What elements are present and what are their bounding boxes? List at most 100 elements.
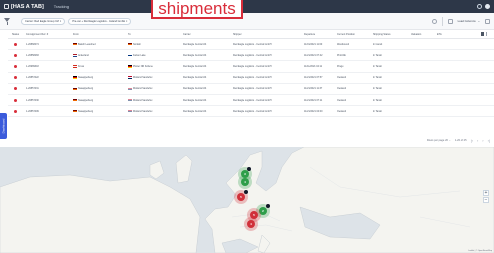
zoom-out-button[interactable]: − (483, 197, 489, 203)
to-cell: Kazan Lake (128, 54, 183, 57)
flag-icon-fi (128, 54, 132, 57)
flag-icon-nl (73, 54, 77, 57)
position-cell: Westbound (337, 42, 350, 46)
column-settings[interactable] (463, 32, 493, 36)
flag-icon-de (73, 76, 77, 79)
ref-cell[interactable]: 1-20989318 (26, 65, 73, 68)
map-cluster-marker[interactable]: 3 (241, 170, 249, 178)
from-label: Kruss (78, 64, 85, 68)
to-cell: Mottand Sandefox (128, 99, 183, 102)
column-header-shipping-status[interactable]: Shipping Status (373, 33, 411, 36)
position-cell: Pintl-NE (337, 53, 346, 57)
carrier-cell: Red Eagle Central AS (183, 109, 207, 113)
to-cell: Nordah (128, 43, 183, 46)
map-attribution[interactable]: Leaflet | © OpenStreetMap (468, 250, 492, 252)
status-indicator-icon (14, 109, 17, 113)
shipping-status-cell: In Tansit (373, 109, 382, 113)
from-label: Ankerland (78, 53, 89, 57)
shipments-map[interactable]: 3 4 5 2 5 4 Leaflet | © OpenStreetMap (0, 147, 494, 253)
map-cluster-marker[interactable]: 5 (237, 193, 245, 201)
status-indicator-icon (14, 98, 17, 102)
filter-chip-carrier[interactable]: Carrier: Red Eagle Group Int'l × (21, 17, 66, 25)
flag-icon-no (128, 76, 132, 79)
app-logo[interactable]: [HAS A TAB] (4, 4, 44, 10)
column-header-from[interactable]: From (73, 33, 128, 36)
to-cell: Mottand Sandefox (128, 110, 183, 113)
rows-per-page-select[interactable]: Rows per page 20 ⌄ (427, 139, 451, 142)
from-cell: Ankerland (73, 54, 128, 57)
from-label: Baleth Leandred (78, 42, 96, 46)
carrier-cell: Red Eagle Central AS (183, 98, 207, 102)
filter-settings-icon[interactable] (447, 18, 453, 24)
column-header-ref[interactable]: Consignment Ref. # (26, 33, 73, 36)
from-cell: Nuaappelberg (73, 76, 128, 79)
table-body: 1-20868474 Baleth Leandred Nordah Red Eagle… (8, 39, 494, 118)
user-avatar-icon[interactable] (485, 4, 490, 9)
ref-cell[interactable]: 1-20857430 (26, 99, 73, 102)
column-header-current-position[interactable]: Current Position (337, 33, 373, 36)
column-header-valuation[interactable]: Valuation (411, 33, 437, 36)
table-row[interactable]: 1-20857409 Nuaappelberg Mottand Sandefox Re… (8, 106, 494, 118)
column-header-departure[interactable]: Departure (304, 33, 337, 36)
map-cluster-marker[interactable]: 5 (250, 211, 258, 219)
to-cell: Pfetter NR Kollene (128, 65, 183, 68)
marker-count: 4 (250, 222, 252, 226)
marker-badge (266, 204, 270, 208)
marker-count: 4 (244, 180, 246, 184)
ref-cell[interactable]: 1-20857409 (26, 110, 73, 113)
columns-icon[interactable] (481, 32, 484, 36)
grid-view-icon[interactable] (485, 18, 490, 24)
column-header-shipper[interactable]: Shipper (233, 33, 304, 36)
load-columns-label: Load Columns (457, 19, 476, 23)
from-label: Nuaappelberg (78, 87, 94, 91)
column-header-carrier[interactable]: Carrier (183, 33, 233, 36)
table-row[interactable]: 1-20857430 Nuaappelberg Mottand Sandefox Re… (8, 95, 494, 107)
departure-cell: 11/21/2021 07:42 (304, 53, 323, 57)
map-cluster-marker[interactable]: 4 (241, 178, 249, 186)
status-cell (8, 53, 26, 57)
column-header-status[interactable]: Status (8, 33, 26, 36)
shipper-cell: Red Eagle Logistics - Central GmbH (233, 42, 272, 46)
to-label: Mottand Sandefox (133, 109, 153, 113)
to-cell: Mottand Sandefox (128, 76, 183, 79)
filter-chip-precarriage[interactable]: Pre-car + Red Eagle Logistics - Ireland … (68, 17, 132, 25)
table-row[interactable]: 1-20858283 Ankerland Kazan Lake Red Eagle C… (8, 50, 494, 62)
last-page-button[interactable]: ›| (488, 138, 490, 143)
column-header-to[interactable]: To (128, 33, 183, 36)
search-icon[interactable] (432, 18, 438, 24)
ref-cell[interactable]: 1-20858283 (26, 54, 73, 57)
shipping-status-cell: In transit (373, 42, 383, 46)
ref-cell[interactable]: 1-20857431 (26, 87, 73, 90)
map-cluster-marker[interactable]: 4 (247, 220, 255, 228)
status-cell (8, 64, 26, 68)
shipping-status-cell: In Tansit (373, 64, 382, 68)
tracking-app: [HAS A TAB] Tracking Carrier: Red Eagle … (0, 0, 494, 253)
marker-badge (244, 190, 248, 194)
status-cell (8, 76, 26, 80)
ref-cell[interactable]: 1-20868474 (26, 43, 73, 46)
flag-icon-no (128, 87, 132, 91)
shipping-status-cell: In Tansit (373, 53, 382, 57)
column-header-eta[interactable]: ETA (437, 33, 463, 36)
prev-page-button[interactable]: ‹ (477, 138, 478, 143)
load-columns-dropdown[interactable]: Load Columns ⌄ (458, 19, 480, 23)
flag-icon-de (73, 42, 77, 46)
help-icon[interactable] (477, 4, 482, 9)
table-row[interactable]: 1-20868474 Baleth Leandred Nordah Red Eagle… (8, 39, 494, 51)
to-label: Mottand Sandefox (133, 98, 153, 102)
dashboard-side-tab[interactable]: Dashboard (0, 113, 7, 139)
flag-icon-de (73, 109, 77, 113)
table-row[interactable]: 1-20989318 Kruss Pfetter NR Kollene Red Eag… (8, 61, 494, 73)
flag-icon-de (73, 87, 77, 91)
more-icon[interactable] (486, 32, 487, 36)
table-row[interactable]: 1-20857422 Nuaappelberg Mottand Sandefox Re… (8, 73, 494, 84)
zoom-in-button[interactable]: + (483, 190, 489, 196)
next-page-button[interactable]: › (482, 138, 483, 143)
from-cell: Baleth Leandred (73, 43, 128, 46)
filter-icon[interactable] (4, 17, 11, 25)
first-page-button[interactable]: |‹ (471, 138, 473, 143)
table-row[interactable]: 1-20857431 Nuaappelberg Mottand Sandefox Re… (8, 84, 494, 95)
map-cluster-marker[interactable]: 2 (259, 207, 267, 215)
ref-cell[interactable]: 1-20857422 (26, 76, 73, 79)
marker-count: 5 (240, 195, 242, 199)
